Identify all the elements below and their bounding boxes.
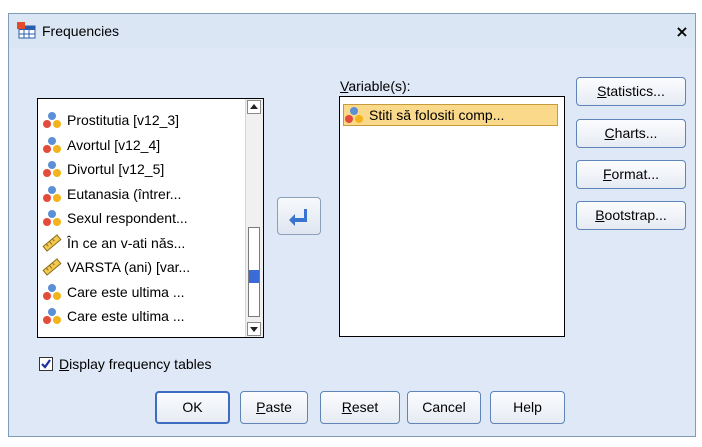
reset-button[interactable]: Reset: [320, 391, 400, 424]
scroll-thumb[interactable]: [248, 227, 260, 317]
list-item-label: În ce an v-ati năs...: [67, 234, 186, 251]
list-item-label: Avortul [v12_4]: [67, 136, 161, 153]
source-list-scrollbar[interactable]: [245, 99, 263, 337]
list-item[interactable]: Eutanasia (întrer...: [42, 182, 232, 206]
nominal-variable-icon: [43, 112, 61, 128]
nominal-variable-icon: [43, 283, 61, 300]
source-variable-list[interactable]: Prostitutia [v12_3] Avortul [v12_4] Divort…: [37, 98, 264, 338]
list-item[interactable]: Care este ultima ...: [42, 304, 232, 328]
list-item[interactable]: Sexul respondent...: [42, 206, 232, 230]
list-item-label: Divortul [v12_5]: [67, 161, 165, 177]
close-button[interactable]: ×: [673, 23, 691, 41]
nominal-variable-icon: [43, 136, 61, 153]
target-item-label: Stiti să folositi comp...: [369, 107, 505, 123]
list-item[interactable]: Avortul [v12_4]: [42, 133, 232, 157]
help-button[interactable]: Help: [490, 391, 565, 424]
display-frequency-tables-checkbox[interactable]: [39, 357, 53, 371]
nominal-variable-icon: [43, 185, 61, 202]
move-variable-button[interactable]: [277, 197, 321, 235]
paste-button[interactable]: Paste: [240, 391, 308, 424]
nominal-variable-icon: [43, 308, 61, 324]
list-item[interactable]: Prostitutia [v12_3]: [42, 108, 232, 132]
list-item[interactable]: Care este ultima ...: [42, 280, 232, 304]
scale-variable-icon: [42, 258, 62, 276]
statistics-button[interactable]: Statistics...: [576, 77, 686, 106]
list-item-label: Care este ultima ...: [67, 308, 185, 324]
list-item-label: Prostitutia [v12_3]: [67, 112, 180, 128]
format-button[interactable]: Format...: [576, 160, 686, 189]
display-frequency-tables-label: Display frequency tables: [59, 356, 212, 372]
arrow-left-icon: [289, 209, 307, 226]
list-item[interactable]: Divortul [v12_5]: [42, 157, 232, 181]
list-item-label: Sexul respondent...: [67, 210, 188, 226]
nominal-variable-icon: [43, 161, 61, 177]
target-variable-list[interactable]: Stiti să folositi comp...: [339, 96, 565, 337]
list-item[interactable]: VARSTA (ani) [var...: [42, 255, 232, 279]
target-list-item[interactable]: Stiti să folositi comp...: [343, 104, 558, 126]
ok-button[interactable]: OK: [155, 391, 230, 424]
list-item-label: Care este ultima ...: [67, 283, 185, 300]
checkmark-icon: [41, 359, 51, 369]
charts-button[interactable]: Charts...: [576, 119, 686, 148]
scroll-down-arrow[interactable]: [247, 322, 261, 336]
scale-variable-icon: [42, 233, 62, 252]
list-item[interactable]: În ce an v-ati năs...: [42, 231, 232, 255]
nominal-variable-icon: [345, 107, 363, 123]
list-item-label: Eutanasia (întrer...: [67, 185, 182, 202]
nominal-variable-icon: [43, 210, 61, 226]
title-bar[interactable]: Frequencies ×: [9, 14, 695, 48]
variables-label: Variable(s):: [340, 78, 411, 94]
cancel-button[interactable]: Cancel: [407, 391, 481, 424]
list-item-label: VARSTA (ani) [var...: [67, 259, 191, 275]
scroll-up-arrow[interactable]: [247, 100, 261, 114]
frequencies-dialog: Frequencies × Prostitutia [v12_3] Avortul…: [8, 13, 696, 437]
bootstrap-button[interactable]: Bootstrap...: [576, 201, 686, 230]
display-frequency-tables-option[interactable]: Display frequency tables: [39, 356, 212, 372]
window-title: Frequencies: [42, 23, 120, 39]
frequencies-app-icon: [17, 22, 36, 39]
